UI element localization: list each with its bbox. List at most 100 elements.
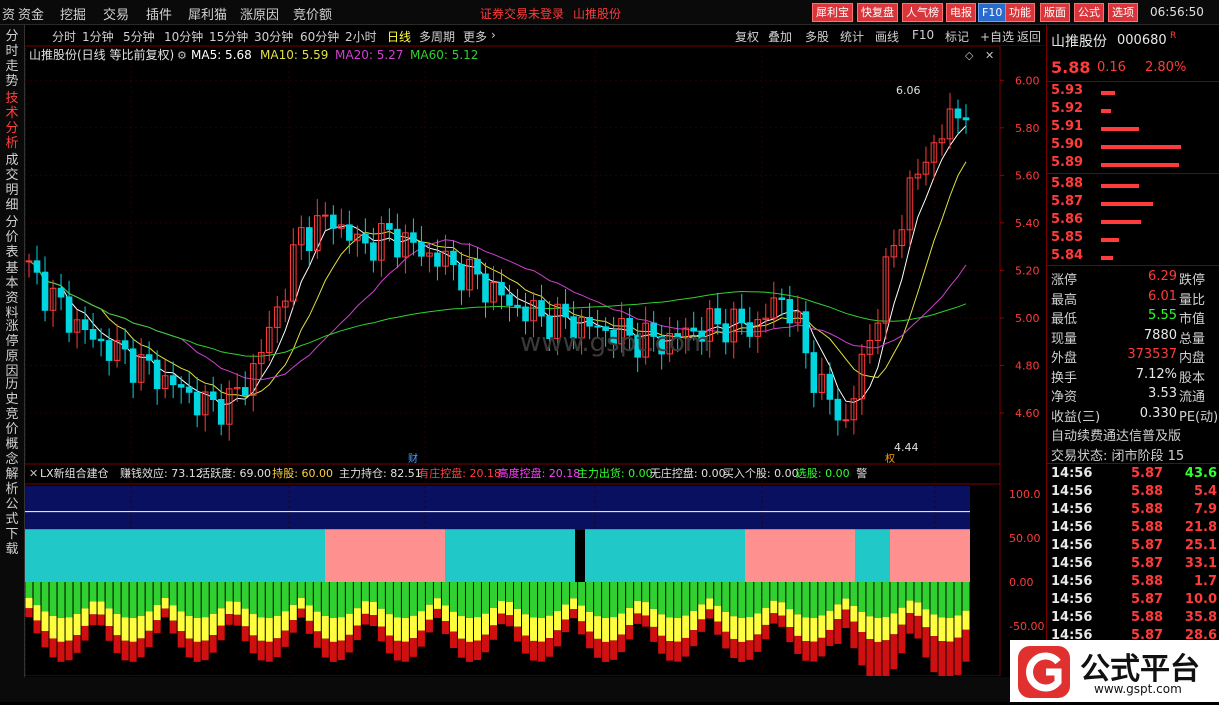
close-icon[interactable]: ✕ [985,49,994,62]
tab-gongshixiazai[interactable]: 公式下载 [3,497,21,557]
diamond-icon[interactable]: ◇ [965,49,974,62]
indicator-bar [377,608,385,627]
period-multi[interactable]: 多周期 [419,28,455,45]
kline-chart-svg[interactable]: 6.00 5.80 5.60 5.40 5.20 5.00 4.80 4.60 100.0 50… [24,45,1045,691]
indicator-bar [385,614,393,636]
chevron-right-icon[interactable]: › [491,28,496,42]
menu-item-zijin[interactable]: 资金 [18,4,44,23]
f10-button[interactable]: F10 [978,3,1007,22]
period-1min[interactable]: 1分钟 [82,28,114,45]
indicator-item: 赚钱效应: 73.12 [120,466,203,480]
huaxian-button[interactable]: 画线 [875,28,899,45]
bid-volume-bar [1101,238,1119,242]
indicator-bar [698,582,706,605]
tab-chengjiaomingxi[interactable]: 成交明细 [3,153,21,213]
indicator-bar [281,630,289,647]
banmian-button[interactable]: 版面 [1040,3,1070,22]
indicator-bar [858,632,866,666]
indicator-bar [273,638,281,658]
diejia-button[interactable]: 叠加 [768,28,792,45]
period-60min[interactable]: 60分钟 [300,28,339,45]
indicator-close-icon[interactable]: ✕ [29,467,38,480]
gongshi-button[interactable]: 公式 [1074,3,1104,22]
login-notice[interactable]: 证券交易未登录 [480,5,564,22]
indicator-bar [786,609,794,628]
indicator-bar [473,640,481,660]
period-15min[interactable]: 15分钟 [209,28,248,45]
indicator-bar [169,582,177,606]
indicator-bar [762,607,770,625]
period-30min[interactable]: 30分钟 [254,28,293,45]
price-tick-label: 5.60 [1015,169,1040,182]
indicator-bar [938,617,946,642]
tick-price: 5.88 [1131,484,1164,499]
indicator-zone-block [445,529,575,582]
back-button[interactable]: 返回 [1017,28,1041,45]
indicator-bar [658,614,666,636]
menu-item-jingjiae[interactable]: 竞价额 [293,4,332,23]
scroll-notice[interactable]: 自动续费通达信普及版 [1051,425,1219,444]
menu-item-zhangyuanyin[interactable]: 涨原因 [240,4,279,23]
period-daily[interactable]: 日线 [387,28,411,45]
tab-lishijingjia[interactable]: 历史竞价 [3,377,21,437]
candle-body [322,214,329,217]
chart-area[interactable]: 6.00 5.80 5.60 5.40 5.20 5.00 4.80 4.60 100.0 50… [24,45,1045,691]
tab-fenshi[interactable]: 分时走势 [3,29,21,89]
indicator-bar [930,582,938,615]
indicator-bar [57,617,65,642]
menu-item-zi[interactable]: 资 [2,4,15,23]
bid-volume-bar [1101,202,1153,206]
indicator-bar [313,582,321,612]
indicator-bar [842,582,850,599]
tab-jibenziliao[interactable]: 基本资料 [3,261,21,321]
ask-volume-bar [1101,109,1111,113]
indicator-bar [794,582,802,615]
indicator-bar [249,635,257,654]
tab-jishufenxi[interactable]: 技术分析 [3,91,21,151]
candle-body [177,384,185,388]
gongneng-button[interactable]: 功能 [1005,3,1035,22]
renqibang-button[interactable]: 人气榜 [902,3,943,22]
fuquan-button[interactable]: 复权 [735,28,759,45]
biaoji-button[interactable]: 标记 [945,28,969,45]
tab-gainianjiexi[interactable]: 概念解析 [3,437,21,497]
period-fenshi[interactable]: 分时 [52,28,76,45]
period-5min[interactable]: 5分钟 [123,28,155,45]
indicator-bar [866,616,874,640]
indicator-bar [129,641,137,662]
indicator-bar [754,613,762,635]
menu-item-wajue[interactable]: 挖掘 [60,4,86,23]
candle-body [482,273,489,303]
indicator-bar [113,613,121,636]
menu-item-chajian[interactable]: 插件 [146,4,172,23]
candle-body [738,308,746,324]
indicator-bar [866,639,874,678]
indicator-bar [97,582,105,602]
xilibao-button[interactable]: 犀利宝 [812,3,853,22]
xuanxiang-button[interactable]: 选项 [1108,3,1138,22]
indicator-bar [946,641,954,682]
bid-volume-bar [1101,184,1139,188]
dianbao-button[interactable]: 电报 [946,3,976,22]
period-2hour[interactable]: 2小时 [345,28,377,45]
gear-icon[interactable]: ⚙ [177,49,187,62]
indicator-bar [922,609,930,628]
menu-item-xilimao[interactable]: 犀利猫 [188,4,227,23]
indicator-bar [441,621,449,635]
menu-item-jiaoyi[interactable]: 交易 [103,4,129,23]
add-watchlist-button[interactable]: +自选 [980,28,1014,45]
indicator-bar [618,613,626,635]
kuaifupan-button[interactable]: 快复盘 [857,3,898,22]
indicator-bar [778,582,786,603]
period-more[interactable]: 更多 [463,28,487,45]
indicator-item: 主力持仓: 82.51 [339,466,422,480]
period-10min[interactable]: 10分钟 [164,28,203,45]
tongji-button[interactable]: 统计 [840,28,864,45]
indicator-bar [882,582,890,617]
indicator-bar [225,601,233,615]
f10-tab-button[interactable]: F10 [912,28,934,42]
indicator-bar [962,629,970,662]
duogu-button[interactable]: 多股 [805,28,829,45]
tab-fenjiabiao[interactable]: 分价表 [3,215,21,260]
tab-zhangtingyuanyin[interactable]: 涨停原因 [3,319,21,379]
